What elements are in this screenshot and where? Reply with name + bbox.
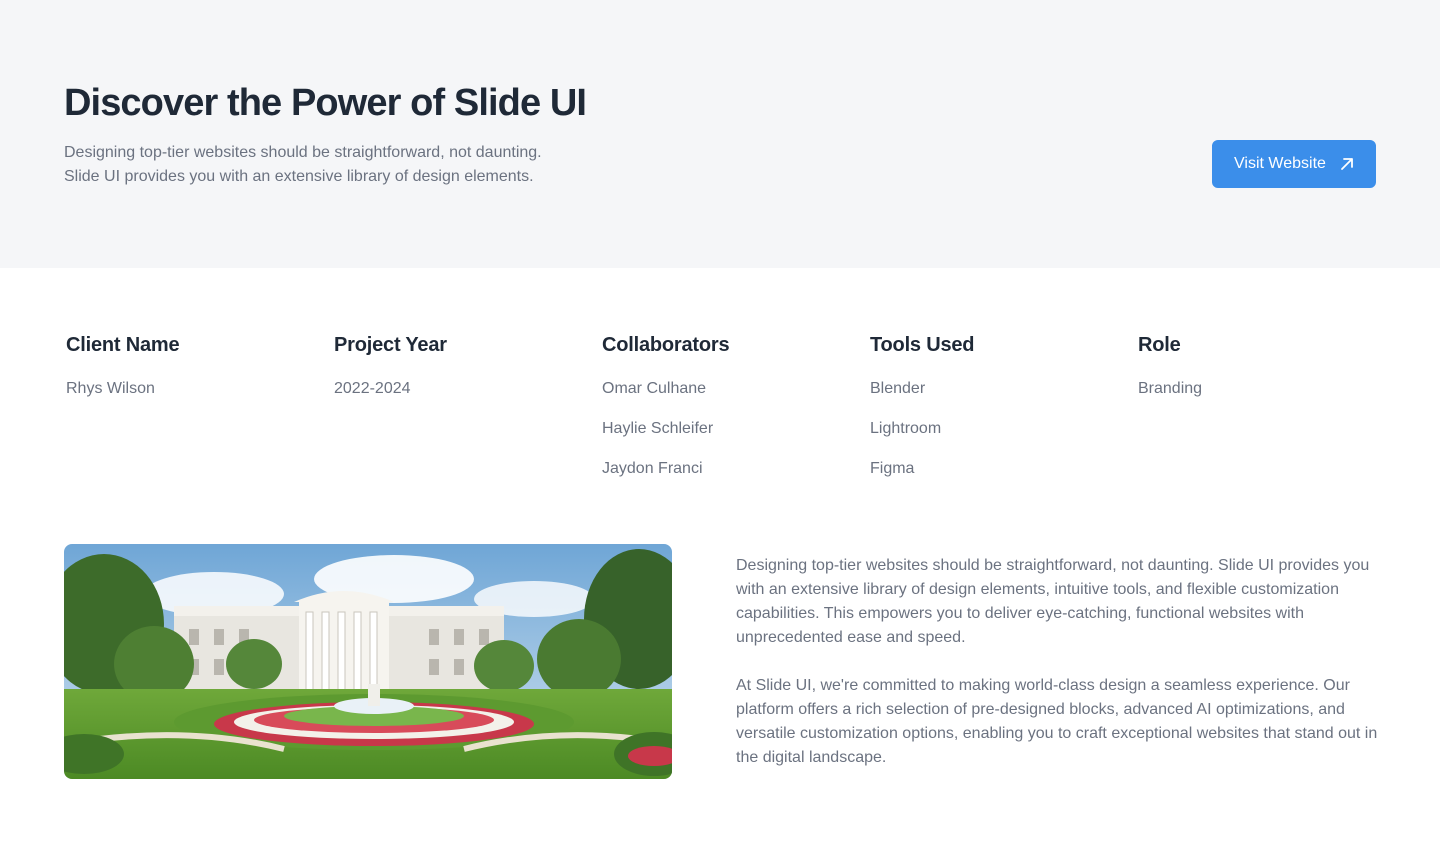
list-item: 2022-2024 <box>334 380 411 397</box>
arrow-up-right-icon <box>1341 158 1353 170</box>
page-title: Discover the Power of Slide UI <box>64 82 587 124</box>
role-heading: Role <box>1138 334 1181 356</box>
collaborators-list: Omar Culhane Haylie Schleifer Jaydon Fra… <box>602 377 842 497</box>
hero-subtitle-line-1: Designing top-tier websites should be st… <box>64 144 542 161</box>
tools-used-column: Tools Used Blender Lightroom Figma <box>870 330 1110 497</box>
hero-section: Discover the Power of Slide UI Designing… <box>0 0 1440 268</box>
list-item: Blender <box>870 380 926 397</box>
garden-building-illustration <box>64 544 672 779</box>
list-item: Branding <box>1138 380 1203 397</box>
project-image <box>64 544 672 779</box>
list-item: Haylie Schleifer <box>602 420 714 437</box>
tools-used-list: Blender Lightroom Figma <box>870 377 1110 497</box>
client-name-heading: Client Name <box>66 334 180 356</box>
role-list: Branding <box>1138 377 1378 417</box>
collaborators-heading: Collaborators <box>602 334 730 356</box>
list-item: Jaydon Franci <box>602 460 703 477</box>
client-name-column: Client Name Rhys Wilson <box>66 330 306 417</box>
project-description: Designing top-tier websites should be st… <box>736 554 1380 770</box>
description-paragraph-1: Designing top-tier websites should be st… <box>736 557 1370 646</box>
hero-subtitle-line-2: Slide UI provides you with an extensive … <box>64 168 534 185</box>
role-column: Role Branding <box>1138 330 1378 417</box>
project-year-list: 2022-2024 <box>334 377 574 417</box>
project-year-column: Project Year 2022-2024 <box>334 330 574 417</box>
list-item: Rhys Wilson <box>66 380 155 397</box>
list-item: Figma <box>870 460 915 477</box>
tools-used-heading: Tools Used <box>870 334 975 356</box>
project-year-heading: Project Year <box>334 334 447 356</box>
hero-subtitle: Designing top-tier websites should be st… <box>64 141 624 189</box>
list-item: Omar Culhane <box>602 380 707 397</box>
visit-website-label: Visit Website <box>1234 155 1326 172</box>
client-name-list: Rhys Wilson <box>66 377 306 417</box>
visit-website-button[interactable]: Visit Website <box>1212 140 1376 188</box>
collaborators-column: Collaborators Omar Culhane Haylie Schlei… <box>602 330 842 497</box>
description-paragraph-2: At Slide UI, we're committed to making w… <box>736 677 1378 766</box>
list-item: Lightroom <box>870 420 942 437</box>
